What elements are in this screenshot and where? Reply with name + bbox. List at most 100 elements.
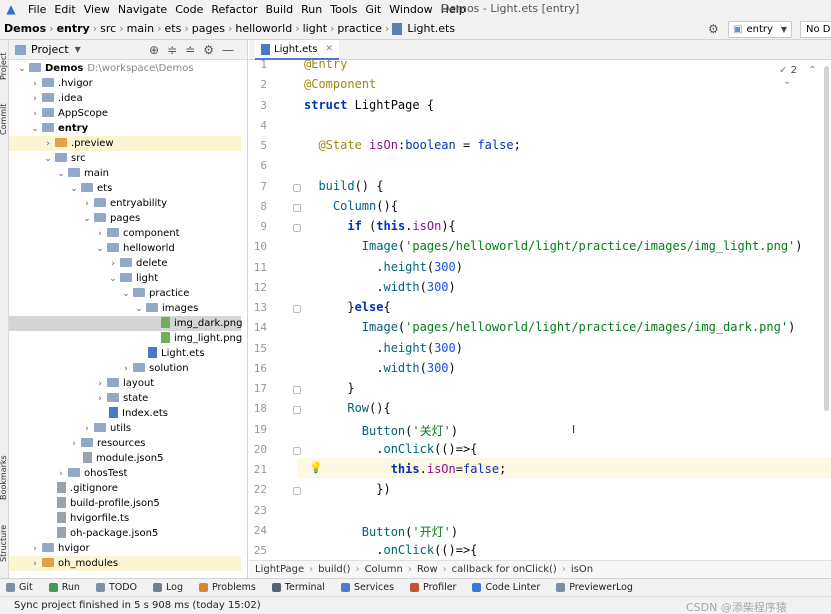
code-line[interactable]: if (this.isOn){ [304, 219, 455, 233]
toolwindow-terminal[interactable]: Terminal [266, 582, 325, 593]
tree-item[interactable]: ⌄ practice [9, 286, 241, 301]
tree-item[interactable]: Index.ets [9, 406, 241, 421]
breadcrumb-item[interactable]: entry [55, 22, 92, 35]
tree-item[interactable]: › state [9, 391, 241, 406]
toolwindow-code-linter[interactable]: Code Linter [466, 582, 540, 593]
tree-item[interactable]: › ohosTest [9, 466, 241, 481]
code-editor[interactable]: 1 2 3 4 5 6 7 8 9 10 11 12 13 14 15 16 17 18 19 20 21 22 23 24 2… [249, 60, 831, 560]
fold-marker-icon[interactable] [293, 386, 301, 394]
breadcrumb-item[interactable]: ets [163, 22, 184, 35]
tree-item[interactable]: › hvigor [9, 541, 241, 556]
tree-item[interactable]: › layout [9, 376, 241, 391]
tree-item[interactable]: ⌄ Demos D:\workspace\Demos [9, 61, 241, 76]
chevron-right-icon[interactable]: › [56, 467, 66, 482]
toolwindow-log[interactable]: Log [147, 582, 183, 593]
collapse-all-icon[interactable]: ≐ [185, 43, 195, 57]
tree-item[interactable]: ⌄ ets [9, 181, 241, 196]
menu-window[interactable]: Window [385, 3, 436, 16]
chevron-right-icon[interactable]: › [30, 77, 40, 92]
tree-item[interactable]: › resources [9, 436, 241, 451]
tree-item[interactable]: build-profile.json5 [9, 496, 241, 511]
tree-item[interactable]: ⌄ pages [9, 211, 241, 226]
editor-scrollbar[interactable] [824, 66, 829, 411]
breadcrumb-item[interactable]: light [301, 22, 329, 35]
chevron-right-icon[interactable]: › [69, 437, 79, 452]
tree-item[interactable]: ⌄ light [9, 271, 241, 286]
tree-item[interactable]: › .idea [9, 91, 241, 106]
menu-navigate[interactable]: Navigate [114, 3, 171, 16]
breadcrumb-item[interactable]: src [98, 22, 118, 35]
breadcrumb-item[interactable]: main [125, 22, 156, 35]
code-line[interactable]: struct LightPage { [304, 98, 434, 112]
toolwindow-profiler[interactable]: Profiler [404, 582, 456, 593]
chevron-down-icon[interactable]: ⌄ [95, 242, 105, 257]
fold-marker-icon[interactable] [293, 487, 301, 496]
editor-breadcrumb-item[interactable]: Row [417, 564, 438, 575]
chevron-right-icon[interactable]: › [30, 557, 40, 572]
menu-build[interactable]: Build [262, 3, 298, 16]
toolwindow-run[interactable]: Run [43, 582, 80, 593]
chevron-down-icon[interactable]: ⌄ [30, 122, 40, 137]
tree-item[interactable]: › utils [9, 421, 241, 436]
toolwindow-services[interactable]: Services [335, 582, 394, 593]
tree-item[interactable]: › .hvigor [9, 76, 241, 91]
structure-tool-label[interactable]: Structure [0, 525, 8, 562]
code-line[interactable]: this.isOn=false; [304, 462, 507, 476]
menu-edit[interactable]: Edit [50, 3, 79, 16]
commit-tool-label[interactable]: Commit [0, 104, 8, 135]
bookmarks-tool-label[interactable]: Bookmarks [0, 455, 8, 500]
tree-item[interactable]: › .preview [9, 136, 241, 151]
editor-breadcrumb-item[interactable]: isOn [571, 564, 593, 575]
menu-tools[interactable]: Tools [326, 3, 361, 16]
tree-item[interactable]: img_dark.png [9, 316, 242, 331]
menu-view[interactable]: View [80, 3, 114, 16]
tree-item[interactable]: › component [9, 226, 241, 241]
tree-item[interactable]: module.json5 [9, 451, 241, 466]
tree-item[interactable]: .gitignore [9, 481, 241, 496]
editor-breadcrumb-item[interactable]: Column [365, 564, 403, 575]
breadcrumb-item[interactable]: pages [190, 22, 227, 35]
code-line[interactable]: Button('开灯') [304, 523, 458, 540]
menu-file[interactable]: File [24, 3, 50, 16]
menu-refactor[interactable]: Refactor [207, 3, 261, 16]
chevron-right-icon[interactable]: › [30, 542, 40, 557]
chevron-down-icon[interactable]: ⌄ [69, 182, 79, 197]
chevron-down-icon[interactable]: ⌄ [783, 76, 791, 87]
chevron-down-icon[interactable]: ▼ [75, 45, 81, 54]
options-gear-icon[interactable]: ⚙ [203, 43, 214, 57]
code-line[interactable]: Image('pages/helloworld/light/practice/i… [304, 239, 803, 253]
run-configuration-select[interactable]: ▣ entry ▼ [728, 21, 792, 38]
tree-item[interactable]: › solution [9, 361, 241, 376]
toolwindow-git[interactable]: Git [0, 582, 33, 593]
code-line[interactable]: Column(){ [304, 199, 398, 213]
chevron-down-icon[interactable]: ⌄ [82, 212, 92, 227]
fold-marker-icon[interactable] [293, 305, 301, 313]
chevron-down-icon[interactable]: ⌄ [43, 152, 53, 167]
device-select[interactable]: No De [800, 21, 831, 38]
tree-item[interactable]: ⌄ images [9, 301, 241, 316]
tree-item[interactable]: ⌄ helloworld [9, 241, 241, 256]
code-line[interactable]: } [304, 381, 354, 395]
breadcrumb-item[interactable]: helloworld [233, 22, 294, 35]
settings-gear-icon[interactable]: ⚙ [708, 22, 719, 36]
tree-item[interactable]: hvigorfile.ts [9, 511, 241, 526]
code-line[interactable]: .height(300) [304, 341, 463, 355]
tree-item[interactable]: › oh_modules [9, 556, 241, 571]
chevron-right-icon[interactable]: › [30, 92, 40, 107]
code-line[interactable]: build() { [304, 179, 383, 193]
chevron-right-icon[interactable]: › [95, 227, 105, 242]
project-tool-label[interactable]: Project [0, 53, 8, 80]
code-line[interactable]: .width(300) [304, 361, 456, 375]
tree-item[interactable]: › delete [9, 256, 241, 271]
code-line[interactable]: Row(){ [304, 401, 390, 415]
fold-marker-icon[interactable] [293, 183, 301, 192]
breadcrumb-item[interactable]: practice [335, 22, 383, 35]
chevron-right-icon[interactable]: › [82, 197, 92, 212]
toolwindow-todo[interactable]: TODO [90, 582, 137, 593]
chevron-right-icon[interactable]: › [82, 422, 92, 437]
chevron-down-icon[interactable]: ⌄ [17, 62, 27, 77]
code-line[interactable]: .onClick(()=>{ [304, 442, 477, 456]
close-tab-icon[interactable]: ✕ [325, 44, 333, 54]
hide-icon[interactable]: — [222, 43, 234, 57]
fold-marker-icon[interactable] [293, 446, 301, 455]
